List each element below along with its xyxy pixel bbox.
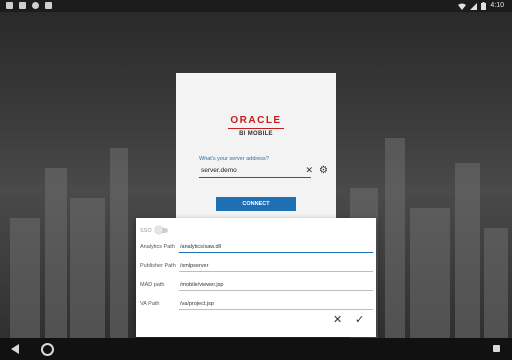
close-icon[interactable]: ✕ — [333, 314, 342, 326]
analytics-path-input[interactable]: /analytics/saw.dll — [179, 243, 373, 253]
notification-icon — [19, 2, 26, 9]
va-path-input[interactable]: /va/project.jsp — [179, 300, 373, 310]
login-card: ORACLE BI MOBILE What's your server addr… — [176, 73, 336, 223]
server-settings-dialog: SSO Analytics Path /analytics/saw.dll Pu… — [136, 218, 376, 337]
wifi-icon — [458, 3, 467, 10]
navigation-bar — [0, 338, 512, 360]
check-icon[interactable]: ✓ — [355, 314, 364, 326]
sso-toggle[interactable] — [155, 226, 168, 234]
analytics-path-label: Analytics Path — [140, 244, 175, 250]
publisher-path-value: /xmlpserver — [180, 263, 209, 269]
server-address-input[interactable]: server.demo ✕ — [199, 165, 313, 178]
signal-icon — [470, 2, 478, 10]
brand-divider — [228, 128, 284, 129]
mad-path-label: MAD path — [140, 282, 165, 288]
recents-icon[interactable] — [493, 345, 500, 352]
status-bar: 4:10 — [0, 0, 512, 12]
analytics-path-value: /analytics/saw.dll — [180, 244, 221, 250]
mad-path-input[interactable]: /mobile/viewer.jsp — [179, 281, 373, 291]
notification-icons — [6, 2, 52, 9]
brand-name: ORACLE — [230, 115, 282, 126]
toggle-knob — [155, 226, 163, 234]
system-icons: 4:10 — [458, 2, 504, 10]
mad-path-value: /mobile/viewer.jsp — [180, 282, 224, 288]
clock: 4:10 — [490, 2, 504, 9]
close-icon[interactable]: ✕ — [305, 165, 313, 175]
publisher-path-label: Publisher Path — [140, 263, 176, 269]
va-path-label: VA Path — [140, 301, 160, 307]
notification-icon — [6, 2, 13, 9]
back-icon[interactable] — [11, 344, 19, 354]
battery-icon — [481, 2, 487, 10]
sync-icon — [32, 2, 39, 9]
sso-label: SSO — [140, 228, 152, 234]
connect-button[interactable]: CONNECT — [216, 197, 296, 211]
brand-logo: ORACLE BI MOBILE — [176, 115, 336, 137]
gear-icon[interactable]: ⚙ — [319, 166, 328, 176]
app-subtitle: BI MOBILE — [239, 131, 273, 137]
publisher-path-input[interactable]: /xmlpserver — [179, 262, 373, 272]
file-icon — [45, 2, 52, 9]
server-address-value: server.demo — [201, 167, 237, 174]
server-address-label: What's your server address? — [199, 156, 269, 162]
va-path-value: /va/project.jsp — [180, 301, 214, 307]
home-icon[interactable] — [41, 343, 54, 356]
